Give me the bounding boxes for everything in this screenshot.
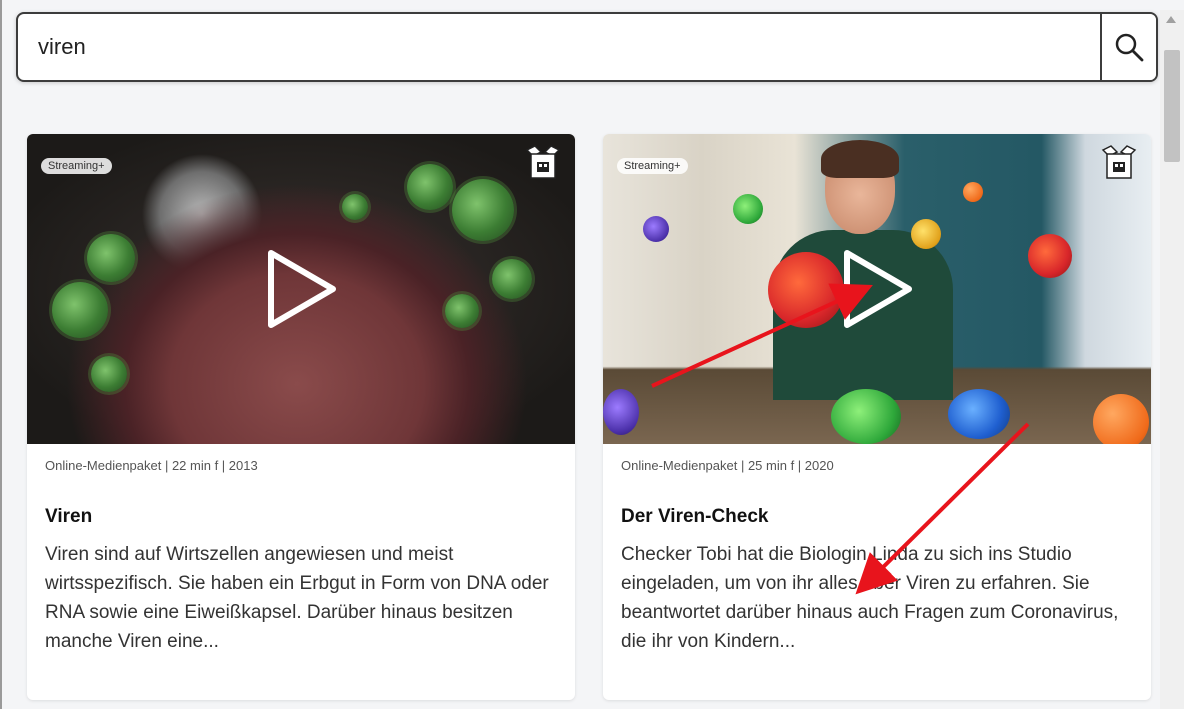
search-icon xyxy=(1115,33,1144,62)
result-meta: Online-Medienpaket | 25 min f | 2020 xyxy=(621,458,834,473)
virus-decoration xyxy=(52,282,108,338)
virus-decoration xyxy=(1093,394,1149,444)
result-card[interactable]: Streaming+ Online-Medienpaket | 22 min f… xyxy=(27,134,575,700)
virus-decoration xyxy=(407,164,453,210)
vertical-scrollbar[interactable] xyxy=(1160,10,1184,709)
result-description: Checker Tobi hat die Biologin Linda zu s… xyxy=(621,544,1119,652)
search-bar xyxy=(16,12,1158,82)
play-icon[interactable] xyxy=(837,247,917,331)
streaming-badge: Streaming+ xyxy=(41,158,112,174)
scroll-up-icon[interactable] xyxy=(1166,16,1176,23)
virus-decoration xyxy=(948,389,1010,439)
virus-decoration xyxy=(492,259,532,299)
result-meta: Online-Medienpaket | 22 min f | 2013 xyxy=(45,458,258,473)
virus-decoration xyxy=(643,216,669,242)
virus-decoration xyxy=(733,194,763,224)
virus-decoration xyxy=(911,219,941,249)
virus-decoration xyxy=(91,356,127,392)
virus-decoration xyxy=(342,194,368,220)
streaming-badge: Streaming+ xyxy=(617,158,688,174)
media-package-icon[interactable] xyxy=(1099,144,1139,184)
virus-decoration xyxy=(768,252,844,328)
video-thumbnail[interactable]: Streaming+ xyxy=(603,134,1151,444)
result-card[interactable]: Streaming+ Online-Medienpaket | 25 min f… xyxy=(603,134,1151,700)
search-button[interactable] xyxy=(1100,14,1156,80)
result-title[interactable]: Der Viren-Check xyxy=(621,506,769,528)
scrollbar-thumb[interactable] xyxy=(1164,50,1180,162)
virus-decoration xyxy=(445,294,479,328)
virus-decoration xyxy=(603,389,639,435)
search-page: Streaming+ Online-Medienpaket | 22 min f… xyxy=(0,0,1184,709)
virus-decoration xyxy=(963,182,983,202)
result-title[interactable]: Viren xyxy=(45,506,92,528)
virus-decoration xyxy=(87,234,135,282)
virus-decoration xyxy=(1028,234,1072,278)
person-decoration xyxy=(821,140,899,178)
play-icon[interactable] xyxy=(261,247,341,331)
virus-decoration xyxy=(831,389,901,444)
result-description: Viren sind auf Wirtszellen angewiesen un… xyxy=(45,544,549,652)
search-input[interactable] xyxy=(18,14,1100,80)
media-package-icon[interactable] xyxy=(523,144,563,184)
virus-decoration xyxy=(452,179,514,241)
video-thumbnail[interactable]: Streaming+ xyxy=(27,134,575,444)
